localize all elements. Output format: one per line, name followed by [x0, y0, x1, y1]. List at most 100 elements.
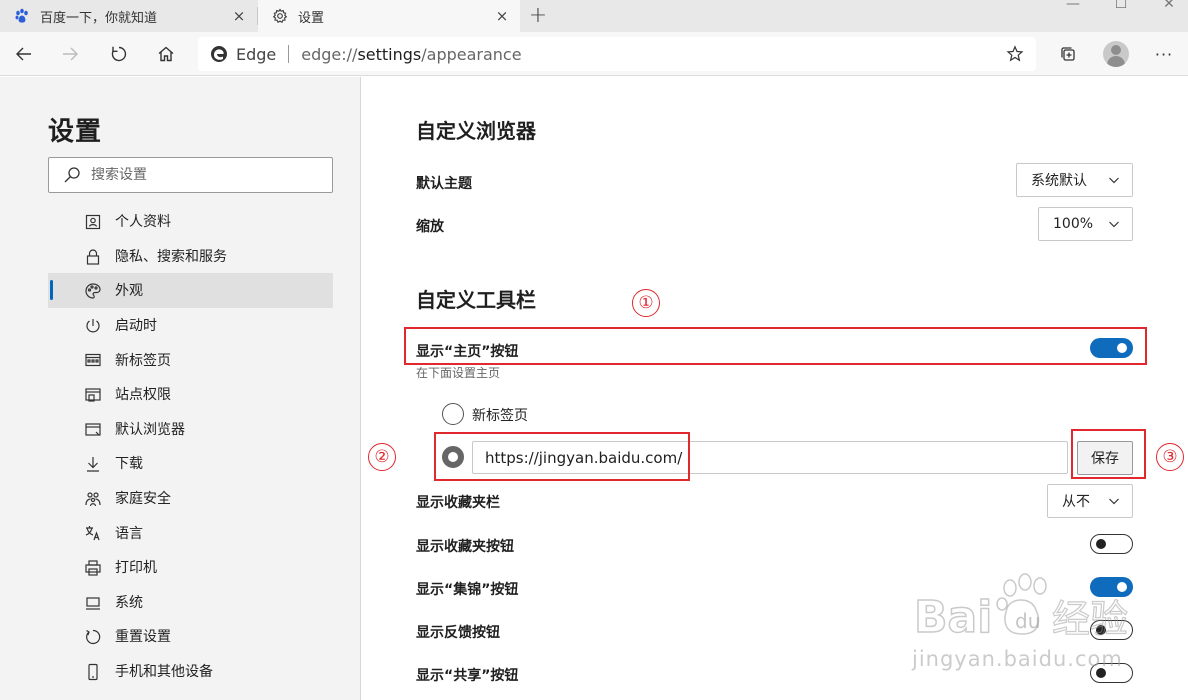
- annotation-number-1: ①: [632, 289, 660, 317]
- sidebar-item-label: 新标签页: [115, 352, 171, 369]
- collections-icon: [1061, 47, 1075, 61]
- site-permissions-icon: [85, 388, 101, 402]
- star-add-icon: [1006, 45, 1024, 62]
- section-title-customize-browser: 自定义浏览器: [416, 119, 536, 143]
- sidebar-item-label: 默认浏览器: [115, 421, 185, 438]
- annotation-number-3: ③: [1156, 443, 1184, 471]
- zoom-dropdown[interactable]: 100%: [1038, 207, 1133, 241]
- address-bar[interactable]: Edge edge://settings/appearance: [198, 37, 1036, 71]
- baidu-paw-icon: [14, 8, 30, 24]
- sidebar-item-profile[interactable]: 个人资料: [48, 204, 333, 239]
- settings-nav: 个人资料 隐私、搜索和服务 外观 启动时 新标签页 站点权限 默认浏览器 下载: [48, 204, 333, 688]
- annotation-box-url: [434, 432, 690, 481]
- toggle-knob: [1117, 582, 1127, 592]
- language-icon: [85, 526, 100, 541]
- profile-avatar[interactable]: [1103, 41, 1129, 67]
- tab-title: 设置: [298, 10, 325, 26]
- home-icon: [158, 46, 174, 62]
- chevron-down-icon: [1109, 221, 1119, 228]
- settings-title: 设置: [48, 117, 103, 147]
- annotation-box-home-toggle: [404, 327, 1147, 365]
- back-arrow-icon: [16, 47, 31, 61]
- forward-button[interactable]: [54, 38, 86, 70]
- share-label: 显示“共享”按钮: [416, 668, 519, 684]
- sidebar-item-label: 下载: [115, 456, 143, 473]
- back-button[interactable]: [8, 38, 40, 70]
- minimize-button[interactable]: —: [1050, 0, 1096, 16]
- chevron-down-icon: [1109, 177, 1119, 184]
- sidebar-item-site-permissions[interactable]: 站点权限: [48, 377, 333, 412]
- close-tab-icon[interactable]: ×: [227, 7, 251, 25]
- close-window-button[interactable]: ✕: [1146, 0, 1188, 16]
- toggle-knob: [1096, 539, 1106, 549]
- newtab-icon: [85, 354, 101, 367]
- zoom-label: 缩放: [416, 219, 444, 235]
- collections-toggle[interactable]: [1090, 577, 1133, 597]
- url-rest: /appearance: [421, 44, 522, 64]
- close-tab-icon[interactable]: ×: [490, 7, 514, 25]
- profile-icon: [85, 214, 101, 230]
- sidebar-item-family[interactable]: 家庭安全: [48, 481, 333, 516]
- radio-newtab-label: 新标签页: [472, 408, 528, 424]
- search-input[interactable]: [91, 167, 311, 183]
- sidebar-item-language[interactable]: 语言: [48, 515, 333, 550]
- collections-label: 显示“集锦”按钮: [416, 582, 519, 598]
- share-toggle[interactable]: [1090, 663, 1133, 683]
- annotation-box-save: [1071, 429, 1146, 479]
- forward-arrow-icon: [63, 47, 78, 61]
- sidebar-item-label: 重置设置: [115, 629, 171, 646]
- tab-settings[interactable]: 设置 ×: [258, 0, 520, 32]
- sidebar-item-system[interactable]: 系统: [48, 585, 333, 620]
- system-icon: [86, 596, 100, 610]
- sidebar-item-label: 站点权限: [115, 387, 171, 404]
- refresh-button[interactable]: [103, 38, 135, 70]
- chevron-down-icon: [1109, 498, 1119, 505]
- favorite-star-button[interactable]: [999, 38, 1031, 70]
- sidebar-item-label: 家庭安全: [115, 491, 171, 508]
- avatar-head-shape: [1111, 45, 1121, 55]
- sidebar-item-label: 手机和其他设备: [115, 664, 213, 681]
- toggle-knob: [1096, 625, 1106, 635]
- tab-baidu[interactable]: 百度一下，你就知道 ×: [0, 0, 257, 32]
- sidebar-item-startup[interactable]: 启动时: [48, 308, 333, 343]
- browser-toolbar: Edge edge://settings/appearance ···: [0, 32, 1188, 76]
- collections-button[interactable]: [1052, 38, 1084, 70]
- address-url: edge://settings/appearance: [301, 45, 521, 64]
- sidebar-item-phone[interactable]: 手机和其他设备: [48, 654, 333, 689]
- toggle-knob: [1096, 668, 1106, 678]
- sidebar-item-downloads[interactable]: 下载: [48, 446, 333, 481]
- power-icon: [86, 318, 100, 333]
- search-settings[interactable]: [48, 157, 333, 193]
- url-scheme: edge://: [301, 44, 358, 64]
- favorites-bar-dropdown[interactable]: 从不: [1047, 484, 1133, 518]
- maximize-button[interactable]: ☐: [1098, 0, 1144, 16]
- url-path: settings: [357, 44, 422, 64]
- home-button[interactable]: [150, 38, 182, 70]
- settings-content: 自定义浏览器 默认主题 系统默认 缩放 100% 自定义工具栏 显示“主页”按钮…: [362, 77, 1188, 700]
- address-brand: Edge: [236, 44, 277, 64]
- sidebar-item-label: 启动时: [115, 318, 157, 335]
- sidebar-item-label: 个人资料: [115, 214, 171, 231]
- sidebar-item-appearance[interactable]: 外观: [48, 273, 333, 308]
- sidebar-item-default-browser[interactable]: 默认浏览器: [48, 412, 333, 447]
- sidebar-item-printers[interactable]: 打印机: [48, 550, 333, 585]
- sidebar-item-newtab[interactable]: 新标签页: [48, 342, 333, 377]
- default-browser-icon: [85, 422, 101, 436]
- palette-icon: [85, 283, 101, 299]
- feedback-toggle[interactable]: [1090, 620, 1133, 640]
- reset-icon: [86, 630, 101, 645]
- printer-icon: [85, 560, 101, 576]
- new-tab-button[interactable]: +: [525, 2, 551, 28]
- settings-sidebar: 设置 个人资料 隐私、搜索和服务 外观 启动时 新标签页 站点权限: [0, 77, 361, 700]
- feedback-label: 显示反馈按钮: [416, 625, 500, 641]
- gear-icon: [272, 8, 288, 24]
- more-menu-button[interactable]: ···: [1148, 38, 1180, 70]
- favorites-bar-label: 显示收藏夹栏: [416, 495, 500, 511]
- avatar-body-shape: [1107, 56, 1125, 67]
- default-theme-value: 系统默认: [1031, 173, 1087, 189]
- default-theme-dropdown[interactable]: 系统默认: [1016, 163, 1133, 197]
- sidebar-item-privacy[interactable]: 隐私、搜索和服务: [48, 239, 333, 274]
- favorites-button-toggle[interactable]: [1090, 534, 1133, 554]
- radio-newtab[interactable]: [442, 403, 464, 425]
- sidebar-item-reset[interactable]: 重置设置: [48, 619, 333, 654]
